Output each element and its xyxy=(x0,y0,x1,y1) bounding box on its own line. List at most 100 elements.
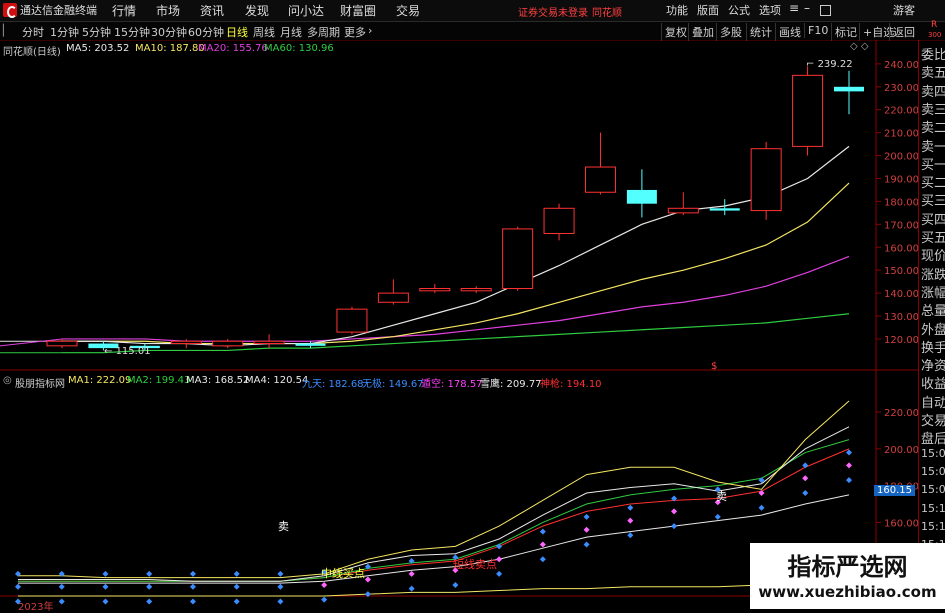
signal-diamond xyxy=(58,583,65,590)
signal-diamond xyxy=(408,585,415,592)
side-panel-item[interactable]: 总量 xyxy=(921,300,945,319)
candle-body xyxy=(377,292,409,303)
sub-ma3-line xyxy=(18,426,850,582)
price-tick-label: 140.00 xyxy=(884,289,919,300)
signal-diamond xyxy=(233,598,240,605)
side-panel-item[interactable]: 卖二 xyxy=(921,117,945,136)
midterm-buy-label: 中线买点 xyxy=(321,567,365,580)
side-panel-item[interactable]: 买二 xyxy=(921,172,945,191)
signal-diamond xyxy=(671,523,678,530)
candle-body xyxy=(543,207,575,235)
side-panel-item[interactable]: 自动 xyxy=(921,392,945,411)
side-panel-item[interactable]: 15:05 xyxy=(921,447,945,460)
candle-body xyxy=(750,148,782,212)
signal-diamond xyxy=(233,583,240,590)
signal-diamond xyxy=(408,570,415,577)
side-panel-item[interactable]: 交易 xyxy=(921,410,945,429)
side-panel-item[interactable]: 换手 xyxy=(921,337,945,356)
side-panel-item[interactable]: 买五 xyxy=(921,227,945,246)
side-panel-item[interactable]: 卖五 xyxy=(921,62,945,81)
quote-side-panel: 委比 卖五 卖四 卖三 卖二 卖一 买一 买二 买三 买四 买五 现价 涨跌 涨幅 总量 外盘 换手 净资 收益 自动… xyxy=(918,40,945,609)
sub-low-line xyxy=(18,582,850,597)
current-price-tag: 160.15 xyxy=(874,485,915,496)
signal-diamond xyxy=(758,490,765,496)
sub-ma2-line xyxy=(18,439,850,582)
candle-body xyxy=(584,166,616,193)
year-label: 2023年 xyxy=(18,602,54,613)
candle-body xyxy=(170,340,202,345)
signal-diamond xyxy=(321,596,328,603)
side-panel-item[interactable]: 15:07 xyxy=(921,465,945,478)
signal-diamond xyxy=(189,570,196,577)
signal-diamond xyxy=(539,528,546,535)
candle-body xyxy=(460,288,492,292)
candle-body xyxy=(336,308,368,333)
signal-diamond xyxy=(189,583,196,590)
sub-ma4-line xyxy=(18,494,850,584)
watermark-title: 指标严选网 xyxy=(787,553,908,581)
candle-body xyxy=(253,340,285,345)
signal-diamond xyxy=(627,504,634,511)
price-tick-label: 190.00 xyxy=(884,174,919,185)
signal-diamond xyxy=(496,556,503,563)
signal-diamond xyxy=(758,504,765,511)
price-tick-label: 130.00 xyxy=(884,312,919,323)
price-tick-label: 160.00 xyxy=(884,243,919,254)
side-panel-item[interactable]: 卖三 xyxy=(921,99,945,118)
candle-body xyxy=(419,288,451,292)
signal-diamond xyxy=(321,581,328,588)
side-panel-item[interactable]: 买三 xyxy=(921,190,945,209)
side-panel-item[interactable]: 盘后 xyxy=(921,428,945,447)
side-panel-item[interactable]: 15:11 xyxy=(921,502,945,515)
sub-price-tick-label: 160.00 xyxy=(884,518,919,529)
sell-signal-label: 卖 xyxy=(716,490,727,503)
candle-body xyxy=(212,340,244,347)
side-panel-item[interactable]: 净资 xyxy=(921,355,945,374)
signal-diamond xyxy=(146,570,153,577)
sub-price-tick-label: 220.00 xyxy=(884,408,919,419)
signal-diamond xyxy=(846,477,852,484)
signal-diamond xyxy=(15,583,21,590)
signal-diamond xyxy=(802,490,809,496)
candle-body xyxy=(46,340,78,347)
signal-diamond xyxy=(496,570,503,577)
side-panel-item[interactable]: 买一 xyxy=(921,154,945,173)
signal-diamond xyxy=(189,598,196,605)
candle-body xyxy=(709,208,740,211)
candle-body xyxy=(792,74,824,147)
signal-diamond xyxy=(58,598,65,605)
kline-chart[interactable]: 240.00 230.00 220.00 210.00 200.00 190.00 180.… xyxy=(0,0,945,609)
watermark-url: www.xuezhibiao.com xyxy=(758,583,937,601)
candle-body xyxy=(502,228,534,290)
price-tick-label: 170.00 xyxy=(884,220,919,231)
signal-diamond xyxy=(277,598,284,605)
signal-diamond xyxy=(496,543,503,550)
signal-diamond xyxy=(846,449,852,456)
side-panel-item[interactable]: 卖一 xyxy=(921,136,945,155)
high-price-annotation: ⌐ 239.22 xyxy=(806,59,853,70)
side-panel-item[interactable]: 现价 xyxy=(921,245,945,264)
side-panel-item[interactable]: 收益 xyxy=(921,373,945,392)
signal-diamond xyxy=(102,570,109,577)
side-panel-item[interactable]: 卖四 xyxy=(921,81,945,100)
side-panel-item[interactable]: 涨跌 xyxy=(921,264,945,283)
signal-diamond xyxy=(277,570,284,577)
candle-body xyxy=(295,343,326,346)
event-marker-icon[interactable]: $ xyxy=(711,361,717,372)
signal-diamond xyxy=(583,513,590,520)
side-panel-item[interactable]: 15:09 xyxy=(921,483,945,496)
watermark-banner: 指标严选网 www.xuezhibiao.com xyxy=(750,543,945,609)
ma5-line xyxy=(62,145,850,347)
signal-diamond xyxy=(583,526,590,533)
candle-body xyxy=(626,189,657,204)
side-panel-item[interactable]: 涨幅 xyxy=(921,282,945,301)
price-tick-label: 230.00 xyxy=(884,83,919,94)
price-tick-label: 150.00 xyxy=(884,266,919,277)
side-panel-item[interactable]: 外盘 xyxy=(921,319,945,338)
price-tick-label: 210.00 xyxy=(884,129,919,140)
side-panel-item[interactable]: 15:12 xyxy=(921,520,945,533)
side-panel-item[interactable]: 买四 xyxy=(921,209,945,228)
signal-diamond xyxy=(277,583,284,590)
side-panel-item[interactable]: 委比 xyxy=(921,44,945,63)
signal-diamond xyxy=(102,598,109,605)
